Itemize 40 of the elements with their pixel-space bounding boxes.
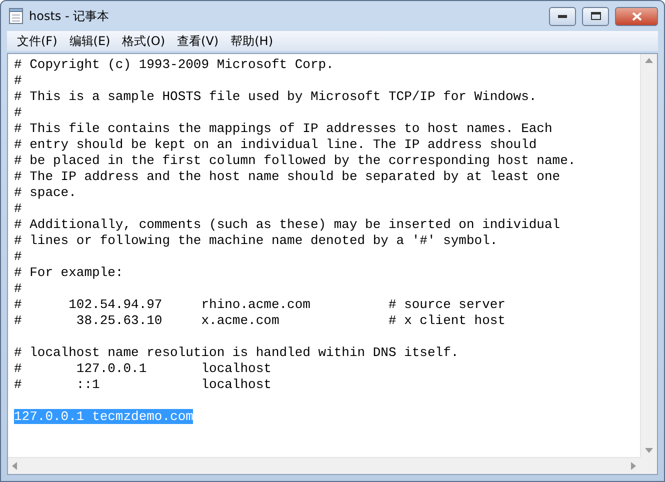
text-line: # xyxy=(14,105,22,120)
maximize-icon xyxy=(590,12,600,20)
text-line: # localhost name resolution is handled within DNS itself. xyxy=(14,345,459,360)
text-line: # Additionally, comments (such as these) may be inserted on individual xyxy=(14,217,560,232)
horizontal-scrollbar[interactable] xyxy=(8,457,640,474)
text-line: # For example: xyxy=(14,265,124,280)
text-line: # xyxy=(14,201,22,216)
menu-item[interactable]: 查看(V) xyxy=(171,32,225,50)
text-line: # xyxy=(14,281,22,296)
scroll-down-icon[interactable] xyxy=(645,448,653,453)
maximize-button[interactable] xyxy=(582,6,609,26)
scroll-right-icon[interactable] xyxy=(631,462,636,470)
menu-item[interactable]: 编辑(E) xyxy=(63,32,116,50)
selected-text: 127.0.0.1 tecmzdemo.com xyxy=(14,409,194,424)
notepad-icon xyxy=(9,8,23,24)
text-line: # xyxy=(14,249,22,264)
text-line: # The IP address and the host name should be separated by at least one xyxy=(14,169,560,184)
minimize-icon xyxy=(558,14,567,18)
text-line: # This file contains the mappings of IP addresses to host names. Each xyxy=(14,121,552,136)
text-line: # ::1 localhost xyxy=(14,377,272,392)
scroll-left-icon[interactable] xyxy=(12,462,17,470)
menu-item[interactable]: 文件(F) xyxy=(11,32,64,50)
text-line: # be placed in the first column followed by the corresponding host name. xyxy=(14,153,576,168)
window-title: hosts - 记事本 xyxy=(29,8,110,24)
text-line: # Copyright (c) 1993-2009 Microsoft Corp. xyxy=(14,57,334,72)
minimize-button[interactable] xyxy=(549,6,576,26)
text-line: # This is a sample HOSTS file used by Microsoft TCP/IP for Windows. xyxy=(14,89,537,104)
text-line: # 102.54.94.97 rhino.acme.com # source server xyxy=(14,297,506,312)
text-line: # xyxy=(14,73,22,88)
vertical-scrollbar[interactable] xyxy=(640,54,657,457)
scroll-up-icon[interactable] xyxy=(645,58,653,63)
menu-item[interactable]: 格式(O) xyxy=(116,32,172,50)
text-line: # lines or following the machine name denoted by a '#' symbol. xyxy=(14,233,498,248)
text-line: # space. xyxy=(14,185,76,200)
menu-item[interactable]: 帮助(H) xyxy=(224,32,279,50)
close-button[interactable] xyxy=(615,6,658,26)
close-icon xyxy=(632,12,642,20)
text-line: # 38.25.63.10 x.acme.com # x client host xyxy=(14,313,506,328)
text-line: # entry should be kept on an individual line. The IP address should xyxy=(14,137,537,152)
text-line: # 127.0.0.1 localhost xyxy=(14,361,272,376)
